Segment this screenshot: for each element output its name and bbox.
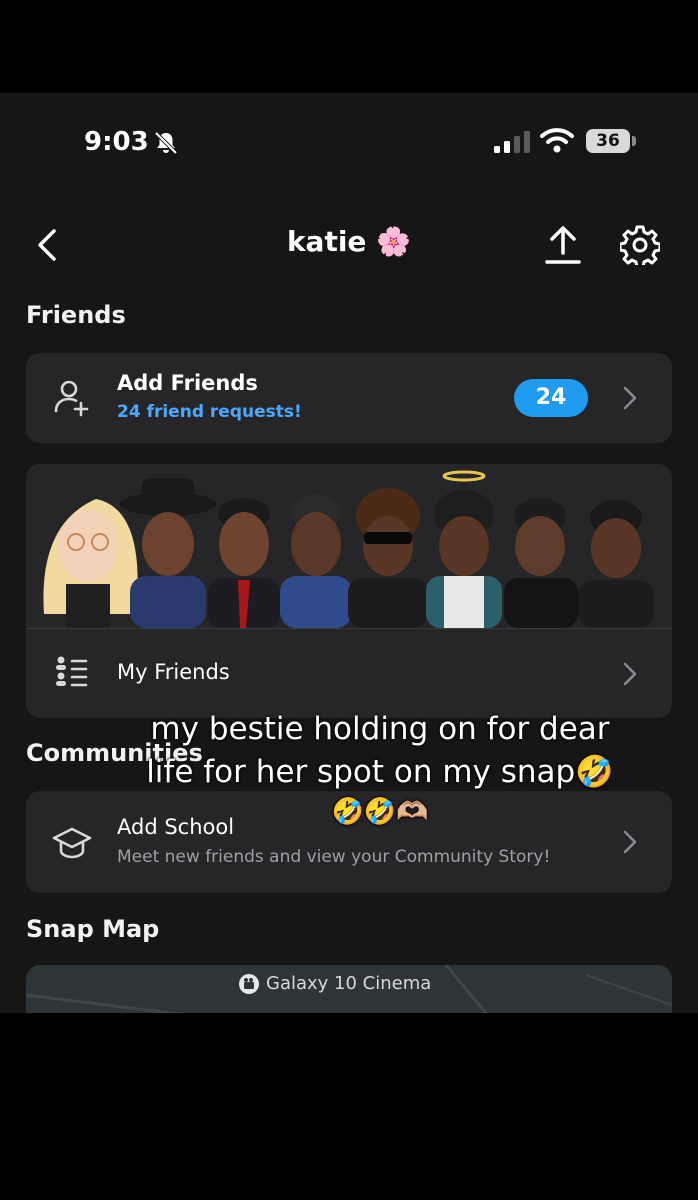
friend-requests-badge: 24 [514, 379, 588, 417]
my-friends-card[interactable]: My Friends [26, 464, 672, 718]
bitmoji-avatar [348, 488, 428, 628]
add-school-subtitle: Meet new friends and view your Community… [117, 847, 551, 867]
bitmoji-avatar [578, 500, 654, 628]
friends-list-icon [56, 656, 88, 687]
graduation-cap-icon [52, 827, 92, 859]
chevron-right-icon [623, 662, 637, 686]
my-friends-label: My Friends [117, 660, 230, 684]
share-upload-icon[interactable] [544, 225, 582, 265]
status-bar: 9:03 36 [0, 93, 698, 193]
bitmoji-avatar [504, 498, 578, 628]
caption-line-2: life for her spot on my snap🤣 [146, 754, 614, 790]
bitmoji-avatar [426, 470, 502, 628]
profile-screen: 9:03 36 katie 🌸 Friends Add Friends 24 f… [0, 93, 698, 1013]
profile-name: katie 🌸 [286, 225, 412, 258]
settings-gear-icon[interactable] [620, 225, 660, 265]
add-friend-icon [54, 380, 89, 417]
bitmoji-avatar [280, 494, 352, 628]
snap-map-section-title: Snap Map [26, 915, 160, 943]
friends-bitmoji-strip [26, 464, 672, 628]
map-place-label: Galaxy 10 Cinema [266, 973, 432, 994]
bitmoji-avatar [208, 498, 280, 628]
wifi-icon [540, 128, 574, 153]
add-friends-title: Add Friends [117, 371, 258, 395]
chevron-right-icon [623, 386, 637, 410]
status-time: 9:03 [84, 127, 149, 157]
friends-section-title: Friends [26, 301, 126, 329]
add-friends-row[interactable]: Add Friends 24 friend requests! 24 [26, 353, 672, 443]
battery-tip [632, 136, 636, 146]
caption-line-3: 🤣🤣🫶🏼 [331, 797, 429, 827]
friend-requests-text: 24 friend requests! [117, 402, 302, 422]
profile-header: katie 🌸 [0, 213, 698, 277]
caption-line-1: my bestie holding on for dear [150, 711, 610, 747]
bitmoji-group-image [43, 470, 654, 628]
silent-bell-icon [154, 131, 178, 155]
chevron-right-icon [623, 830, 637, 854]
cinema-pin-icon [239, 974, 259, 994]
cellular-signal-icon [494, 131, 530, 153]
snap-map-preview[interactable]: Galaxy 10 Cinema [26, 965, 672, 1013]
battery-indicator: 36 [586, 129, 630, 153]
card-divider [26, 628, 672, 629]
bitmoji-avatar [43, 499, 138, 628]
